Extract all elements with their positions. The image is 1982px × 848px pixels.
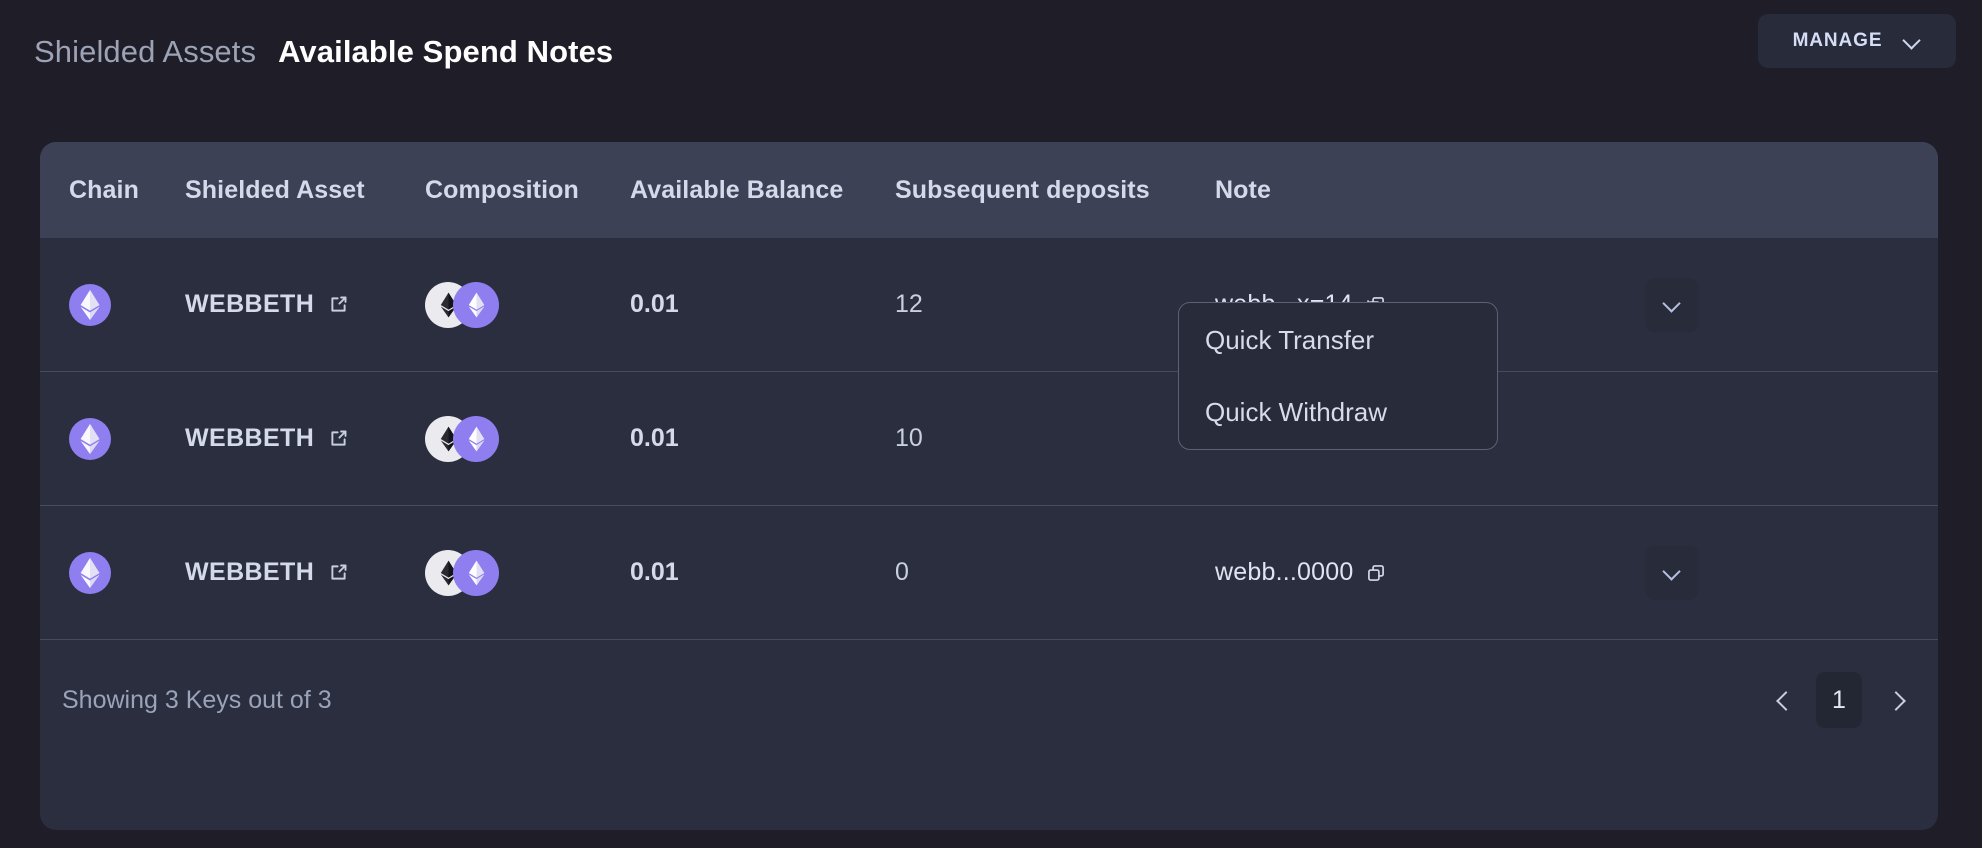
cell-deposits: 12 <box>895 290 1215 319</box>
cell-composition <box>425 549 630 596</box>
column-header-chain: Chain <box>69 175 139 204</box>
note-value: webb...0000 <box>1215 558 1354 586</box>
showing-count-label: Showing 3 Keys out of 3 <box>62 685 332 714</box>
row-menu-button[interactable] <box>1645 277 1699 332</box>
table-row[interactable]: WEBBETH <box>40 506 1938 640</box>
page-header: Shielded Assets Available Spend Notes MA… <box>0 0 1982 104</box>
cell-chain <box>40 417 185 460</box>
asset-name: WEBBETH <box>185 424 315 452</box>
column-header-deposits: Subsequent deposits <box>895 175 1150 204</box>
cell-balance: 0.01 <box>630 290 895 319</box>
balance-value: 0.01 <box>630 424 679 452</box>
page-title: Available Spend Notes <box>278 34 614 69</box>
cell-composition <box>425 281 630 328</box>
external-link-icon[interactable] <box>328 428 349 449</box>
deposits-value: 0 <box>895 558 909 586</box>
cell-note: webb...0000 <box>1215 558 1645 587</box>
chevron-left-icon[interactable] <box>1762 680 1802 720</box>
chevron-down-icon <box>1664 564 1681 581</box>
manage-button[interactable]: MANAGE <box>1758 14 1956 68</box>
table-row[interactable]: WEBBETH <box>40 372 1938 506</box>
balance-value: 0.01 <box>630 558 679 586</box>
composition-stack <box>425 281 499 328</box>
cell-asset: WEBBETH <box>185 424 425 453</box>
external-link-icon[interactable] <box>328 294 349 315</box>
column-header-balance: Available Balance <box>630 175 844 204</box>
column-header-note: Note <box>1215 175 1271 204</box>
cell-balance: 0.01 <box>630 558 895 587</box>
webbeth-token-icon <box>453 549 499 596</box>
page-number-1[interactable]: 1 <box>1816 672 1862 728</box>
cell-asset: WEBBETH <box>185 290 425 319</box>
chevron-down-icon <box>1664 296 1681 313</box>
deposits-value: 12 <box>895 290 923 318</box>
cell-actions <box>1645 277 1938 332</box>
external-link-icon[interactable] <box>328 562 349 583</box>
row-menu-button[interactable] <box>1645 545 1699 600</box>
ethereum-token-icon <box>69 551 111 594</box>
dropdown-item-quick-transfer[interactable]: Quick Transfer <box>1179 319 1497 361</box>
cell-deposits: 0 <box>895 558 1215 587</box>
pagination: 1 <box>1762 672 1916 728</box>
dropdown-item-quick-withdraw[interactable]: Quick Withdraw <box>1179 391 1497 433</box>
composition-stack <box>425 415 499 462</box>
table-footer: Showing 3 Keys out of 3 1 <box>40 640 1938 760</box>
cell-balance: 0.01 <box>630 424 895 453</box>
cell-deposits: 10 <box>895 424 1215 453</box>
cell-actions <box>1645 545 1938 600</box>
cell-asset: WEBBETH <box>185 558 425 587</box>
chevron-right-icon[interactable] <box>1876 680 1916 720</box>
copy-icon[interactable] <box>1366 563 1386 583</box>
spend-notes-table: Chain Shielded Asset Composition Availab… <box>40 142 1938 830</box>
cell-chain <box>40 283 185 326</box>
column-header-asset: Shielded Asset <box>185 175 365 204</box>
row-actions-dropdown: Quick Transfer Quick Withdraw <box>1178 302 1498 450</box>
breadcrumb: Shielded Assets Available Spend Notes <box>34 34 613 70</box>
balance-value: 0.01 <box>630 290 679 318</box>
table-header-row: Chain Shielded Asset Composition Availab… <box>40 142 1938 238</box>
deposits-value: 10 <box>895 424 923 452</box>
composition-stack <box>425 549 499 596</box>
spend-notes-page: Shielded Assets Available Spend Notes MA… <box>0 0 1982 848</box>
cell-chain <box>40 551 185 594</box>
chevron-down-icon <box>1904 33 1921 50</box>
cell-composition <box>425 415 630 462</box>
manage-button-label: MANAGE <box>1792 30 1883 51</box>
table-row[interactable]: WEBBETH <box>40 238 1938 372</box>
breadcrumb-parent[interactable]: Shielded Assets <box>34 34 256 70</box>
ethereum-token-icon <box>69 283 111 326</box>
webbeth-token-icon <box>453 415 499 462</box>
webbeth-token-icon <box>453 281 499 328</box>
column-header-composition: Composition <box>425 175 579 204</box>
asset-name: WEBBETH <box>185 290 315 318</box>
ethereum-token-icon <box>69 417 111 460</box>
asset-name: WEBBETH <box>185 558 315 586</box>
